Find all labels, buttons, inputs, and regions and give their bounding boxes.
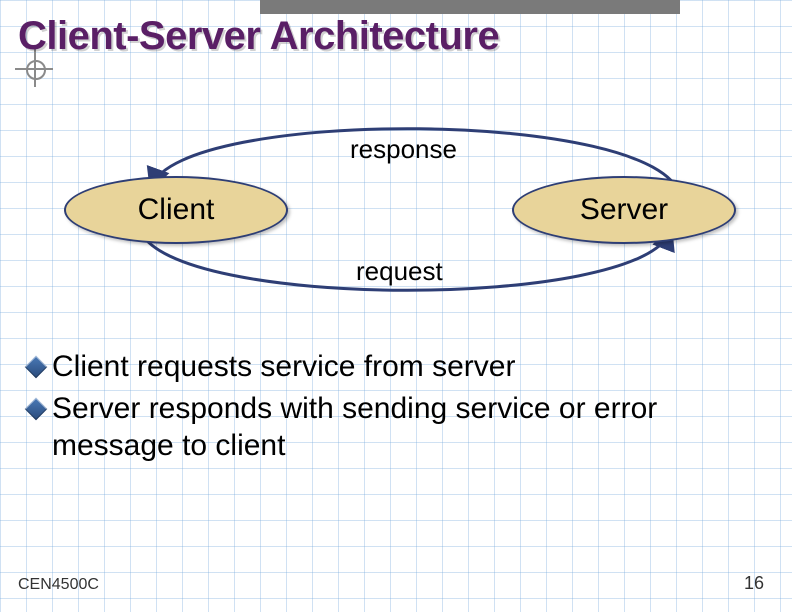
footer-page-number: 16 (744, 573, 764, 594)
page-title: Client-Server Architecture (18, 14, 499, 59)
client-node: Client (64, 176, 288, 244)
diamond-bullet-icon (25, 356, 48, 379)
server-node: Server (512, 176, 736, 244)
client-server-diagram: response Client Server request (40, 96, 740, 326)
footer-course-code: CEN4500C (18, 576, 99, 594)
list-item-text: Server responds with sending service or … (52, 390, 762, 465)
response-label: response (350, 134, 457, 165)
diamond-bullet-icon (25, 397, 48, 420)
server-node-label: Server (580, 193, 668, 227)
list-item: Server responds with sending service or … (28, 390, 762, 465)
list-item: Client requests service from server (28, 348, 762, 386)
bullet-list: Client requests service from server Serv… (28, 348, 762, 469)
list-item-text: Client requests service from server (52, 348, 762, 386)
request-label: request (356, 256, 443, 287)
slide: Client-Server Architecture response Clie… (0, 0, 792, 612)
client-node-label: Client (138, 193, 215, 227)
top-ruler-bar (260, 0, 680, 14)
